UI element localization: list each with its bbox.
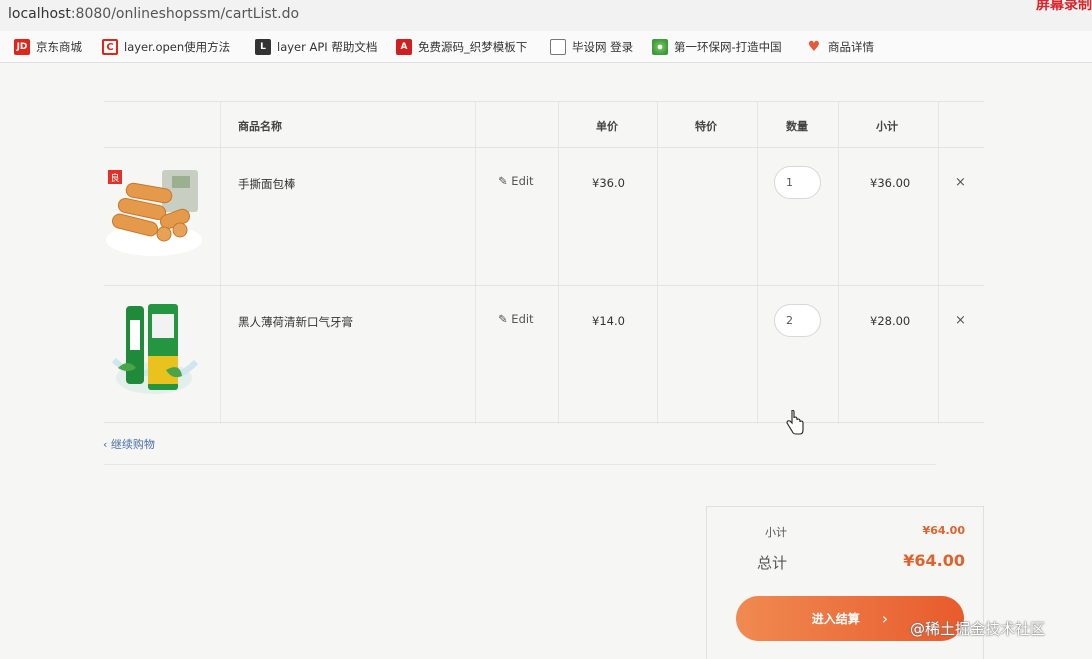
layer-api-icon: L [255,39,271,55]
bookmark-free-source[interactable]: A 免费源码_织梦模板下 [396,38,527,56]
product-name[interactable]: 手撕面包棒 [238,176,296,192]
header-subtotal: 小计 [876,120,898,133]
bookmark-layer-api[interactable]: L layer API 帮助文档 [255,38,377,56]
checkout-label: 进入结算 [811,612,860,626]
pencil-icon: ✎ [498,174,508,188]
bookmark-eco[interactable]: 第一环保网-打造中国 [652,38,782,56]
hand-cursor-icon [786,409,804,440]
subtotal-value: ¥64.00 [922,524,965,537]
bookmark-jd[interactable]: JD 京东商城 [14,38,82,56]
bookmark-layer-open[interactable]: C layer.open使用方法 [102,38,230,56]
bookmark-label: 商品详情 [828,40,874,54]
pencil-icon: ✎ [498,312,508,326]
bookmark-label: layer API 帮助文档 [277,40,378,54]
bookmarks-bar: JD 京东商城 C layer.open使用方法 L layer API 帮助文… [0,31,1092,63]
chevron-right-icon: › [881,609,889,628]
quantity-input[interactable]: 2 [774,304,821,337]
column-divider [657,102,658,424]
unit-price: ¥14.0 [592,314,625,328]
bookmark-label: layer.open使用方法 [124,40,231,54]
row-subtotal: ¥36.00 [870,176,911,190]
column-divider [558,102,559,424]
column-divider [757,102,758,424]
layer-icon: C [102,39,118,55]
bookmark-label: 毕设网 登录 [572,40,634,54]
section-divider [104,464,936,465]
continue-shopping-link[interactable]: ‹ 继续购物 [103,436,155,452]
column-divider [938,102,939,424]
subtotal-label: 小计 [765,526,787,539]
bookmark-label: 免费源码_织梦模板下 [418,40,528,54]
column-divider [475,102,476,424]
column-divider [220,102,221,424]
column-divider [838,102,839,424]
header-divider [104,147,984,148]
address-bar[interactable]: localhost:8080/onlineshopssm/cartList.do… [0,0,1092,31]
header-quantity: 数量 [786,120,808,133]
svg-text:良: 良 [110,172,119,184]
watermark: @稀土掘金技术社区 [910,620,1046,638]
product-image-toothpaste[interactable] [104,300,204,400]
header-unit-price: 单价 [596,120,618,133]
product-name[interactable]: 黑人薄荷清新口气牙膏 [238,314,353,330]
bookmark-product-detail[interactable]: ♥ 商品详情 [806,38,874,56]
url-host: localhost [8,6,71,22]
adobe-icon: A [396,39,412,55]
header-product-name: 商品名称 [238,120,282,133]
remove-item-icon[interactable]: × [955,175,966,190]
edit-label: Edit [511,312,534,326]
url-path: :8080/onlineshopssm/cartList.do [70,6,300,22]
heart-icon: ♥ [807,39,821,55]
url-text[interactable]: localhost:8080/onlineshopssm/cartList.do [8,6,299,22]
quantity-input[interactable]: 1 [774,166,821,199]
document-icon [550,39,566,55]
edit-label: Edit [511,174,534,188]
total-label: 总计 [757,554,788,572]
bookmark-label: 第一环保网-打造中国 [674,40,782,54]
bookmark-bishe[interactable]: 毕设网 登录 [550,38,633,56]
remove-item-icon[interactable]: × [955,313,966,328]
bookmark-label: 京东商城 [36,40,82,54]
edit-link[interactable]: ✎ Edit [498,174,534,188]
total-value: ¥64.00 [903,551,965,570]
row-subtotal: ¥28.00 [870,314,911,328]
edit-link[interactable]: ✎ Edit [498,312,534,326]
cart-table: 商品名称 单价 特价 数量 小计 良 手撕面包棒 ✎ Edit ¥36.0 1 … [104,101,984,424]
jd-icon: JD [14,39,30,55]
recording-label: 屏幕录制 [1036,0,1092,13]
swirl-icon [652,39,668,55]
header-special-price: 特价 [695,120,717,133]
product-image-bread-sticks[interactable]: 良 [104,162,204,262]
row-divider [104,285,984,286]
unit-price: ¥36.0 [592,176,625,190]
